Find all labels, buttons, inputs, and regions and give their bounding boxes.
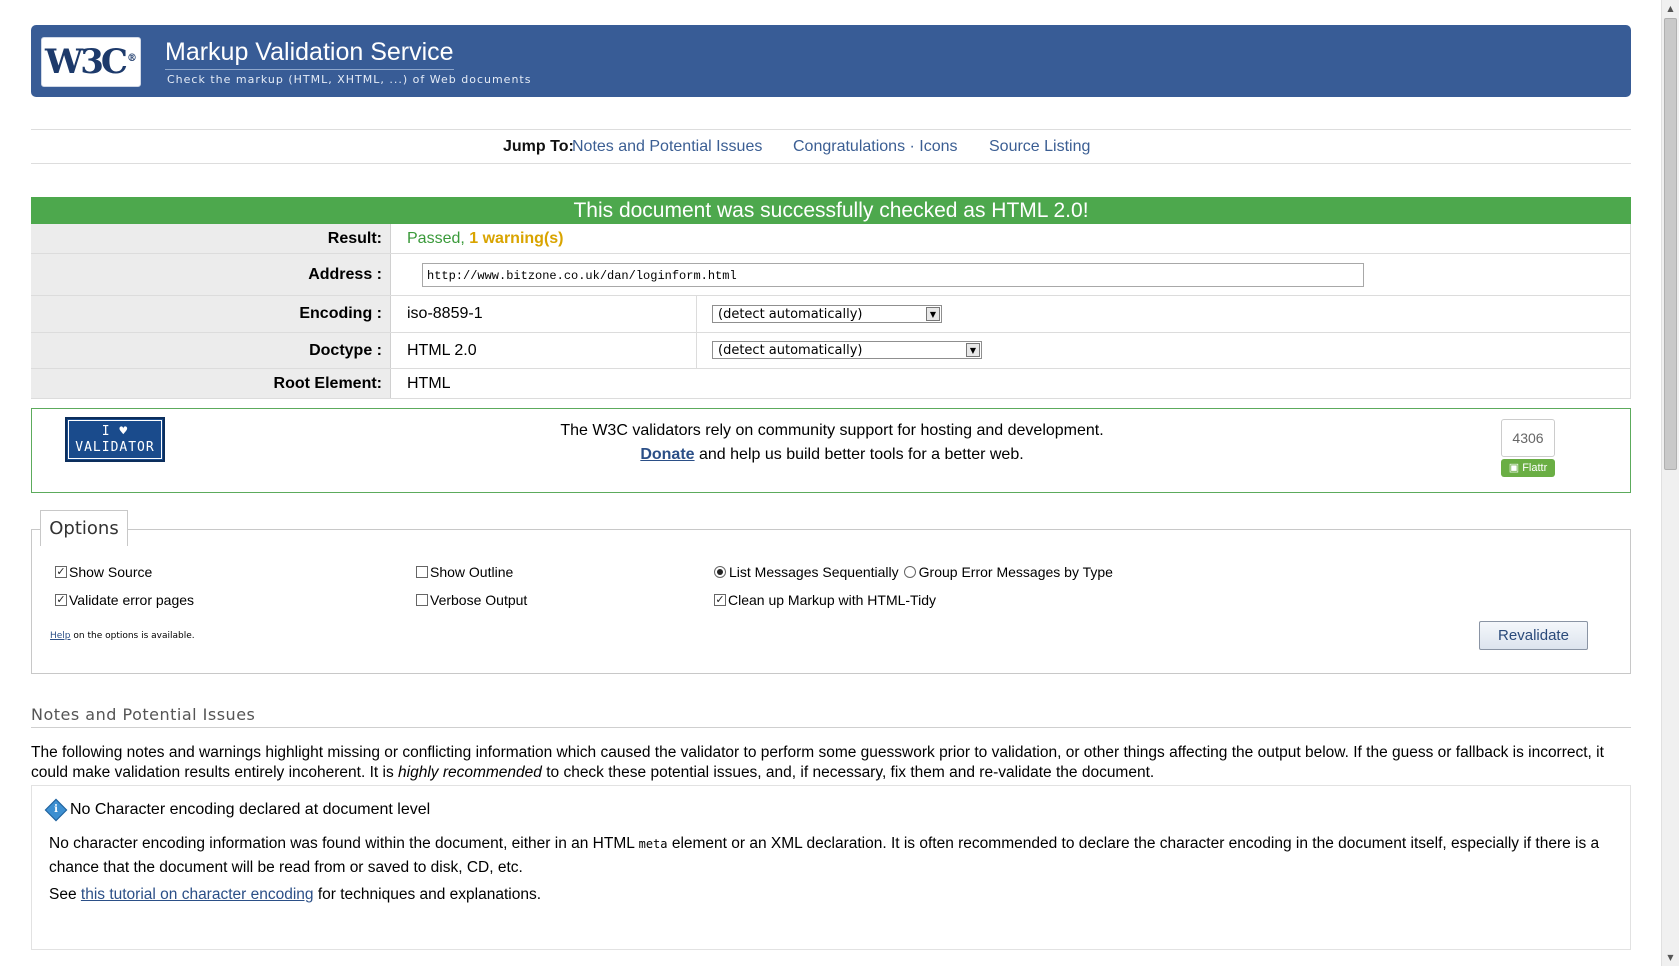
note-see-prefix: See [49, 886, 81, 903]
note-body-code: meta [638, 837, 668, 851]
root-element-label: Root Element: [31, 369, 391, 398]
address-row: Address : http://www.bitzone.co.uk/dan/l… [31, 254, 1631, 296]
result-label: Result: [31, 224, 391, 253]
page-title[interactable]: Markup Validation Service [165, 38, 454, 70]
scroll-thumb[interactable] [1664, 18, 1677, 470]
warnings-link[interactable]: 1 warning(s) [469, 230, 563, 247]
encoding-select[interactable]: (detect automatically) ▼ [712, 305, 942, 323]
header-banner: W3C ® Markup Validation Service Check the… [31, 25, 1631, 97]
encoding-label: Encoding : [31, 296, 391, 332]
group-by-type-radio[interactable] [903, 566, 916, 578]
result-row: Result: Passed, 1 warning(s) [31, 224, 1631, 254]
options-help: Help on the options is available. [50, 631, 195, 641]
donate-box: I ♥ VALIDATOR The W3C validators rely on… [31, 408, 1631, 493]
jump-to-label: Jump To: [503, 138, 574, 155]
donate-line-2: Donate and help us build better tools fo… [32, 443, 1632, 467]
success-banner: This document was successfully checked a… [31, 197, 1631, 224]
vertical-scrollbar[interactable]: ▲ ▼ [1661, 0, 1679, 966]
notes-intro: The following notes and warnings highlig… [31, 743, 1631, 783]
verbose-output-label: Verbose Output [430, 592, 528, 608]
tidy-option[interactable]: ✓ Clean up Markup with HTML-Tidy [714, 592, 936, 608]
note-item: i No Character encoding declared at docu… [31, 785, 1631, 950]
page-subtitle: Check the markup (HTML, XHTML, ...) of W… [167, 73, 532, 86]
list-sequentially-label: List Messages Sequentially [729, 564, 899, 580]
result-value: Passed, 1 warning(s) [407, 224, 564, 253]
jump-link-source[interactable]: Source Listing [989, 138, 1090, 156]
address-label: Address : [31, 254, 391, 295]
encoding-select-value: (detect automatically) [718, 307, 863, 322]
jump-nav: Jump To: Notes and Potential Issues Cong… [31, 129, 1631, 164]
notes-heading: Notes and Potential Issues [31, 705, 1631, 728]
revalidate-button[interactable]: Revalidate [1479, 621, 1588, 650]
show-outline-checkbox[interactable] [416, 566, 428, 578]
show-source-checkbox[interactable]: ✓ [55, 566, 67, 578]
donate-line-1: The W3C validators rely on community sup… [560, 422, 1104, 439]
help-rest: on the options is available. [70, 631, 195, 641]
options-panel: ✓ Show Source Show Outline List Messages… [31, 529, 1631, 674]
root-element-row: Root Element: HTML [31, 369, 1631, 399]
encoding-value: iso-8859-1 [407, 305, 483, 322]
chevron-down-icon: ▼ [926, 307, 940, 321]
jump-link-congratulations[interactable]: Congratulations · Icons [793, 138, 958, 156]
show-outline-option[interactable]: Show Outline [416, 564, 513, 580]
verbose-output-checkbox[interactable] [416, 594, 428, 606]
doctype-value: HTML 2.0 [407, 342, 477, 359]
list-sequentially-radio[interactable] [714, 566, 726, 578]
validate-error-pages-checkbox[interactable]: ✓ [55, 594, 67, 606]
note-title: No Character encoding declared at docume… [70, 801, 431, 818]
logo-mark: ® [126, 52, 137, 64]
notes-intro-em: highly recommended [398, 764, 542, 781]
note-body-a: No character encoding information was fo… [49, 835, 639, 852]
note-see: See this tutorial on character encoding … [49, 886, 541, 904]
doctype-select-value: (detect automatically) [718, 343, 863, 358]
show-outline-label: Show Outline [430, 564, 514, 580]
tutorial-link[interactable]: this tutorial on character encoding [81, 886, 314, 903]
flattr-count: 4306 [1501, 419, 1555, 457]
jump-link-notes[interactable]: Notes and Potential Issues [572, 138, 762, 156]
note-body: No character encoding information was fo… [49, 832, 1609, 879]
donate-line-2-rest: and help us build better tools for a bet… [694, 446, 1024, 463]
validate-error-pages-label: Validate error pages [69, 592, 195, 608]
doctype-select[interactable]: (detect automatically) ▼ [712, 341, 982, 359]
show-source-option[interactable]: ✓ Show Source [55, 564, 152, 580]
encoding-row: Encoding : iso-8859-1 (detect automatica… [31, 296, 1631, 333]
donate-text: The W3C validators rely on community sup… [32, 419, 1632, 467]
logo-text: W3C [45, 42, 128, 82]
address-input[interactable]: http://www.bitzone.co.uk/dan/loginform.h… [422, 263, 1364, 287]
help-link[interactable]: Help [50, 631, 71, 641]
list-sequentially-option[interactable]: List Messages Sequentially Group Error M… [714, 564, 1113, 580]
group-by-type-label: Group Error Messages by Type [918, 564, 1113, 580]
root-element-value: HTML [407, 375, 451, 392]
validate-error-pages-option[interactable]: ✓ Validate error pages [55, 592, 194, 608]
doctype-row: Doctype : HTML 2.0 (detect automatically… [31, 333, 1631, 369]
doctype-label: Doctype : [31, 333, 391, 368]
flattr-button[interactable]: ▣ Flattr [1501, 459, 1555, 477]
verbose-output-option[interactable]: Verbose Output [416, 592, 527, 608]
info-icon: i [44, 798, 68, 822]
show-source-label: Show Source [69, 564, 153, 580]
flattr-label: Flattr [1522, 462, 1548, 474]
w3c-logo[interactable]: W3C ® [41, 37, 141, 87]
chevron-down-icon: ▼ [966, 343, 980, 357]
donate-link[interactable]: Donate [640, 446, 694, 463]
options-legend[interactable]: Options [40, 510, 128, 546]
tidy-checkbox[interactable]: ✓ [714, 594, 726, 606]
scroll-down-icon[interactable]: ▼ [1662, 949, 1679, 966]
note-see-rest: for techniques and explanations. [313, 886, 542, 903]
notes-intro-b: to check these potential issues, and, if… [541, 764, 1155, 781]
result-passed: Passed, [407, 230, 465, 247]
scroll-up-icon[interactable]: ▲ [1662, 0, 1679, 17]
tidy-label: Clean up Markup with HTML-Tidy [728, 592, 936, 608]
